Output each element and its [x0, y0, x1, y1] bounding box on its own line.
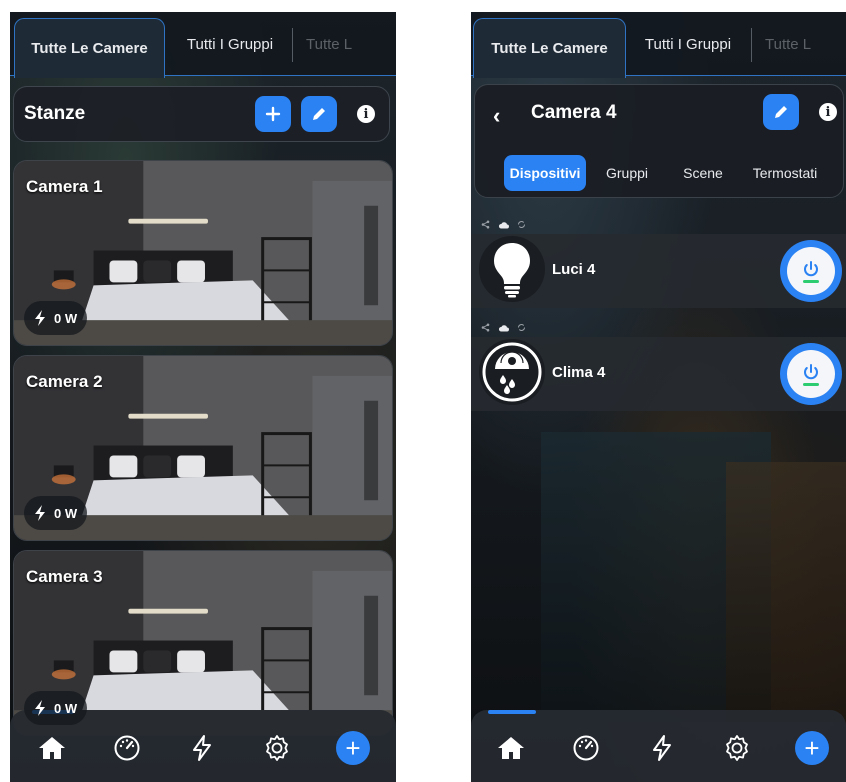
dashboard-gauge-icon[interactable] — [570, 732, 602, 764]
bolt-icon — [35, 310, 45, 326]
device-row[interactable]: Luci 4 — [471, 234, 846, 308]
dashboard-gauge-icon[interactable] — [111, 732, 143, 764]
subtab-thermostats[interactable]: Termostati — [745, 155, 825, 191]
power-usage-badge: 0 W — [24, 691, 88, 725]
tab-all-groups[interactable]: Tutti I Gruppi — [168, 18, 292, 70]
power-icon — [804, 260, 818, 276]
room-name: Camera 2 — [26, 372, 103, 391]
power-led-indicator — [803, 279, 819, 283]
add-icon[interactable]: + — [336, 731, 370, 765]
power-value: 0 W — [54, 310, 78, 326]
back-chevron-icon[interactable]: ‹ — [493, 103, 500, 129]
subtab-groups[interactable]: Gruppi — [597, 155, 657, 191]
pencil-icon — [313, 108, 325, 120]
right-screen: Tutte Le Camere Tutti I Gruppi Tutte L ‹… — [471, 12, 846, 782]
device-name: Luci 4 — [552, 261, 596, 278]
add-room-button[interactable] — [255, 96, 291, 132]
room-title: Camera 4 — [531, 102, 617, 123]
sync-icon — [518, 221, 525, 228]
power-led-indicator — [803, 382, 819, 386]
device-power-button[interactable] — [780, 343, 842, 405]
room-name: Camera 1 — [26, 177, 103, 196]
left-screen: Tutte Le Camere Tutti I Gruppi Tutte L S… — [10, 12, 396, 782]
energy-bolt-icon[interactable] — [186, 732, 218, 764]
bulb-icon — [479, 236, 545, 302]
climate-icon — [479, 339, 545, 405]
tab-all-rooms[interactable]: Tutte Le Camere — [14, 18, 165, 78]
device-name: Clima 4 — [552, 364, 606, 381]
tab-all-other[interactable]: Tutte L — [759, 18, 829, 70]
home-icon[interactable] — [495, 732, 527, 764]
share-icon — [481, 323, 490, 332]
bolt-icon — [35, 700, 45, 716]
home-icon[interactable] — [36, 732, 68, 764]
device-row[interactable]: Clima 4 — [471, 337, 846, 411]
power-value: 0 W — [54, 700, 78, 716]
tab-bar: Tutte Le Camere Tutti I Gruppi Tutte L — [471, 12, 846, 78]
device-status-icons — [481, 220, 526, 229]
subtab-devices[interactable]: Dispositivi — [504, 155, 586, 191]
device-status-icons — [481, 323, 526, 332]
tab-bar: Tutte Le Camere Tutti I Gruppi Tutte L — [10, 12, 396, 78]
tab-all-groups[interactable]: Tutti I Gruppi — [626, 18, 750, 70]
rooms-header: Stanze i — [13, 86, 390, 142]
share-icon — [481, 220, 490, 229]
tab-separator — [292, 28, 293, 62]
tab-all-other[interactable]: Tutte L — [300, 18, 370, 70]
energy-bolt-icon[interactable] — [646, 732, 678, 764]
bolt-icon — [35, 505, 45, 521]
room-name: Camera 3 — [26, 567, 103, 586]
room-header: ‹ Camera 4 i Dispositivi Gruppi Scene Te… — [474, 84, 844, 198]
info-icon[interactable]: i — [357, 105, 375, 123]
section-title: Stanze — [24, 103, 86, 124]
cloud-icon — [498, 324, 509, 331]
sync-icon — [518, 324, 525, 331]
background-warm-light — [726, 462, 846, 722]
cloud-icon — [498, 221, 509, 228]
subtab-scenes[interactable]: Scene — [675, 155, 731, 191]
power-icon — [804, 363, 818, 379]
settings-gear-icon[interactable] — [261, 732, 293, 764]
room-card[interactable]: Camera 2 0 W — [13, 355, 393, 541]
tab-all-rooms[interactable]: Tutte Le Camere — [473, 18, 626, 78]
edit-rooms-button[interactable] — [301, 96, 337, 132]
settings-gear-icon[interactable] — [721, 732, 753, 764]
add-icon[interactable]: + — [795, 731, 829, 765]
pencil-icon — [775, 106, 787, 118]
edit-room-button[interactable] — [763, 94, 799, 130]
active-indicator — [488, 710, 536, 714]
plus-icon — [265, 106, 281, 122]
bottom-navigation: + — [471, 710, 846, 782]
room-card[interactable]: Camera 3 0 W — [13, 550, 393, 736]
tab-separator — [751, 28, 752, 62]
power-usage-badge: 0 W — [24, 496, 88, 530]
device-power-button[interactable] — [780, 240, 842, 302]
power-value: 0 W — [54, 505, 78, 521]
power-usage-badge: 0 W — [24, 301, 88, 335]
info-icon[interactable]: i — [819, 103, 837, 121]
room-card[interactable]: Camera 1 0 W — [13, 160, 393, 346]
